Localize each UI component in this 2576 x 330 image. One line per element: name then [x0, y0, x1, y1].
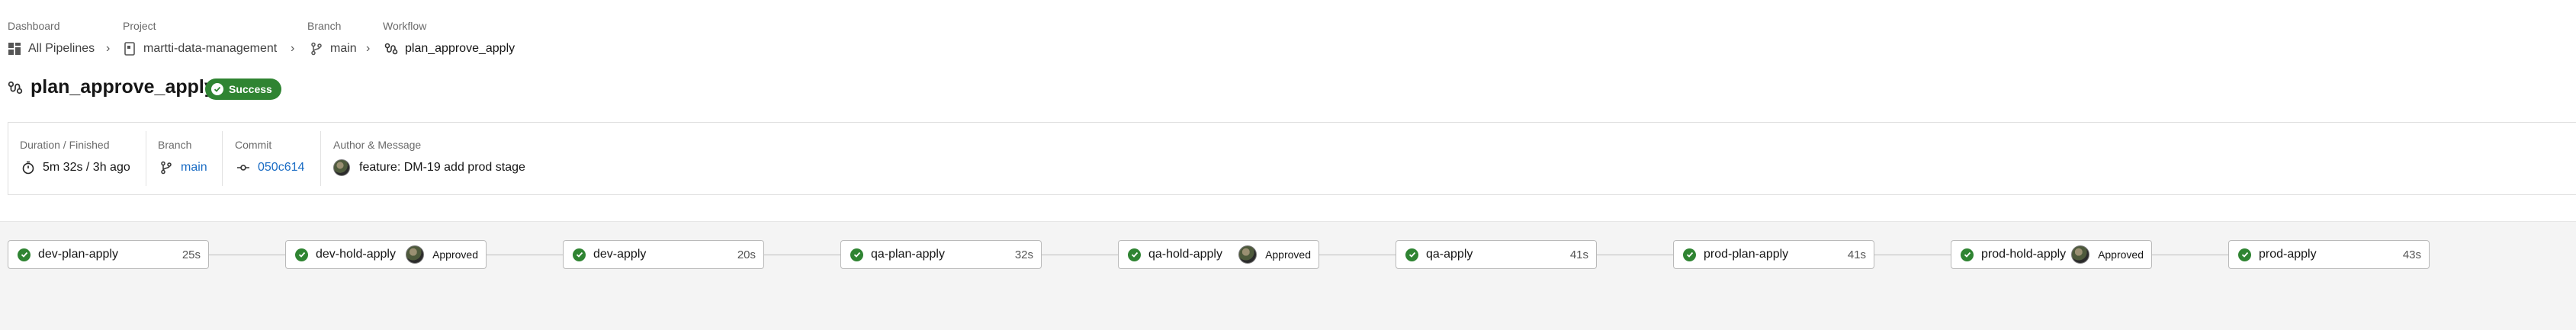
- breadcrumb-branch-label: main: [330, 42, 357, 55]
- workflow-graph: [0, 221, 2576, 330]
- git-branch-icon: [159, 161, 173, 175]
- job-name: prod-hold-apply: [1981, 248, 2067, 261]
- commit-value[interactable]: 050c614: [236, 159, 304, 177]
- approved-label: Approved: [1265, 248, 1311, 261]
- success-check-icon: [1683, 248, 1696, 261]
- breadcrumb-dashboard-link[interactable]: All Pipelines: [8, 40, 95, 58]
- commit-message: feature: DM-19 add prod stage: [359, 161, 525, 174]
- job-name: qa-hold-apply: [1148, 248, 1222, 261]
- success-check-icon: [1128, 248, 1141, 261]
- job-card-prod-apply[interactable]: prod-apply 43s: [2228, 240, 2430, 269]
- divider: [222, 131, 223, 186]
- job-card-qa-hold-apply[interactable]: qa-hold-apply Approved: [1118, 240, 1319, 269]
- status-badge: Success: [205, 78, 281, 100]
- success-check-icon: [1405, 248, 1418, 261]
- breadcrumb-workflow-current: plan_approve_apply: [384, 40, 515, 58]
- job-card-qa-apply[interactable]: qa-apply 41s: [1396, 240, 1597, 269]
- approver-avatar: [406, 245, 425, 264]
- job-card-dev-hold-apply[interactable]: dev-hold-apply Approved: [285, 240, 487, 269]
- job-card-dev-plan-apply[interactable]: dev-plan-apply 25s: [8, 240, 209, 269]
- avatar: [333, 159, 350, 176]
- branch-label: Branch: [158, 139, 192, 151]
- dashboard-grid-icon: [8, 42, 21, 56]
- job-name: dev-plan-apply: [38, 248, 118, 261]
- git-branch-icon: [310, 42, 323, 56]
- breadcrumb-project-heading: Project: [123, 20, 156, 32]
- job-duration: 32s: [1014, 248, 1033, 261]
- job-duration: 41s: [1569, 248, 1588, 261]
- job-name: dev-hold-apply: [316, 248, 396, 261]
- job-duration: 25s: [181, 248, 201, 261]
- success-check-icon: [18, 248, 31, 261]
- divider: [320, 131, 321, 186]
- job-card-dev-apply[interactable]: dev-apply 20s: [563, 240, 764, 269]
- page-title: plan_approve_apply: [31, 76, 215, 98]
- branch-value[interactable]: main: [159, 159, 207, 177]
- approved-label: Approved: [432, 248, 478, 261]
- commit-label: Commit: [235, 139, 272, 151]
- duration-value: 5m 32s / 3h ago: [21, 159, 130, 177]
- project-file-icon: [123, 42, 137, 56]
- success-check-icon: [2238, 248, 2251, 261]
- job-duration: 43s: [2402, 248, 2421, 261]
- author-label: Author & Message: [333, 139, 422, 151]
- status-badge-label: Success: [229, 83, 272, 95]
- job-duration: 41s: [1847, 248, 1866, 261]
- job-card-prod-hold-apply[interactable]: prod-hold-apply Approved: [1951, 240, 2152, 269]
- job-name: prod-apply: [2259, 248, 2317, 261]
- success-check-icon: [573, 248, 586, 261]
- approved-label: Approved: [2098, 248, 2144, 261]
- commit-icon: [236, 161, 250, 175]
- job-card-prod-plan-apply[interactable]: prod-plan-apply 41s: [1673, 240, 1874, 269]
- chevron-right-icon: ›: [106, 42, 111, 55]
- breadcrumb-dashboard-label: All Pipelines: [28, 42, 95, 55]
- breadcrumb-project-label: martti-data-management: [143, 42, 278, 55]
- breadcrumb-project-link[interactable]: martti-data-management: [123, 40, 277, 58]
- breadcrumb-branch-heading: Branch: [307, 20, 342, 32]
- job-name: dev-apply: [593, 248, 647, 261]
- success-check-icon: [295, 248, 308, 261]
- breadcrumb-branch-link[interactable]: main: [310, 40, 357, 58]
- author-value: feature: DM-19 add prod stage: [333, 159, 525, 177]
- duration-label: Duration / Finished: [20, 139, 110, 151]
- success-check-icon: [850, 248, 863, 261]
- job-card-qa-plan-apply[interactable]: qa-plan-apply 32s: [840, 240, 1042, 269]
- commit-link[interactable]: 050c614: [258, 161, 304, 175]
- timer-icon: [21, 161, 35, 175]
- chevron-right-icon: ›: [291, 42, 295, 55]
- breadcrumb-workflow-heading: Workflow: [383, 20, 427, 32]
- job-duration: 20s: [737, 248, 756, 261]
- approver-avatar: [1238, 245, 1257, 264]
- branch-link[interactable]: main: [181, 161, 207, 175]
- job-name: qa-apply: [1426, 248, 1473, 261]
- job-name: prod-plan-apply: [1704, 248, 1789, 261]
- success-check-icon: [1961, 248, 1974, 261]
- job-name: qa-plan-apply: [871, 248, 945, 261]
- workflow-icon: [384, 42, 398, 56]
- breadcrumb-dashboard-heading: Dashboard: [8, 20, 60, 32]
- workflow-icon: [8, 80, 23, 95]
- chevron-right-icon: ›: [366, 42, 371, 55]
- breadcrumb-workflow-label: plan_approve_apply: [405, 42, 516, 55]
- check-icon: [211, 83, 223, 95]
- duration-text: 5m 32s / 3h ago: [43, 161, 130, 174]
- approver-avatar: [2071, 245, 2090, 264]
